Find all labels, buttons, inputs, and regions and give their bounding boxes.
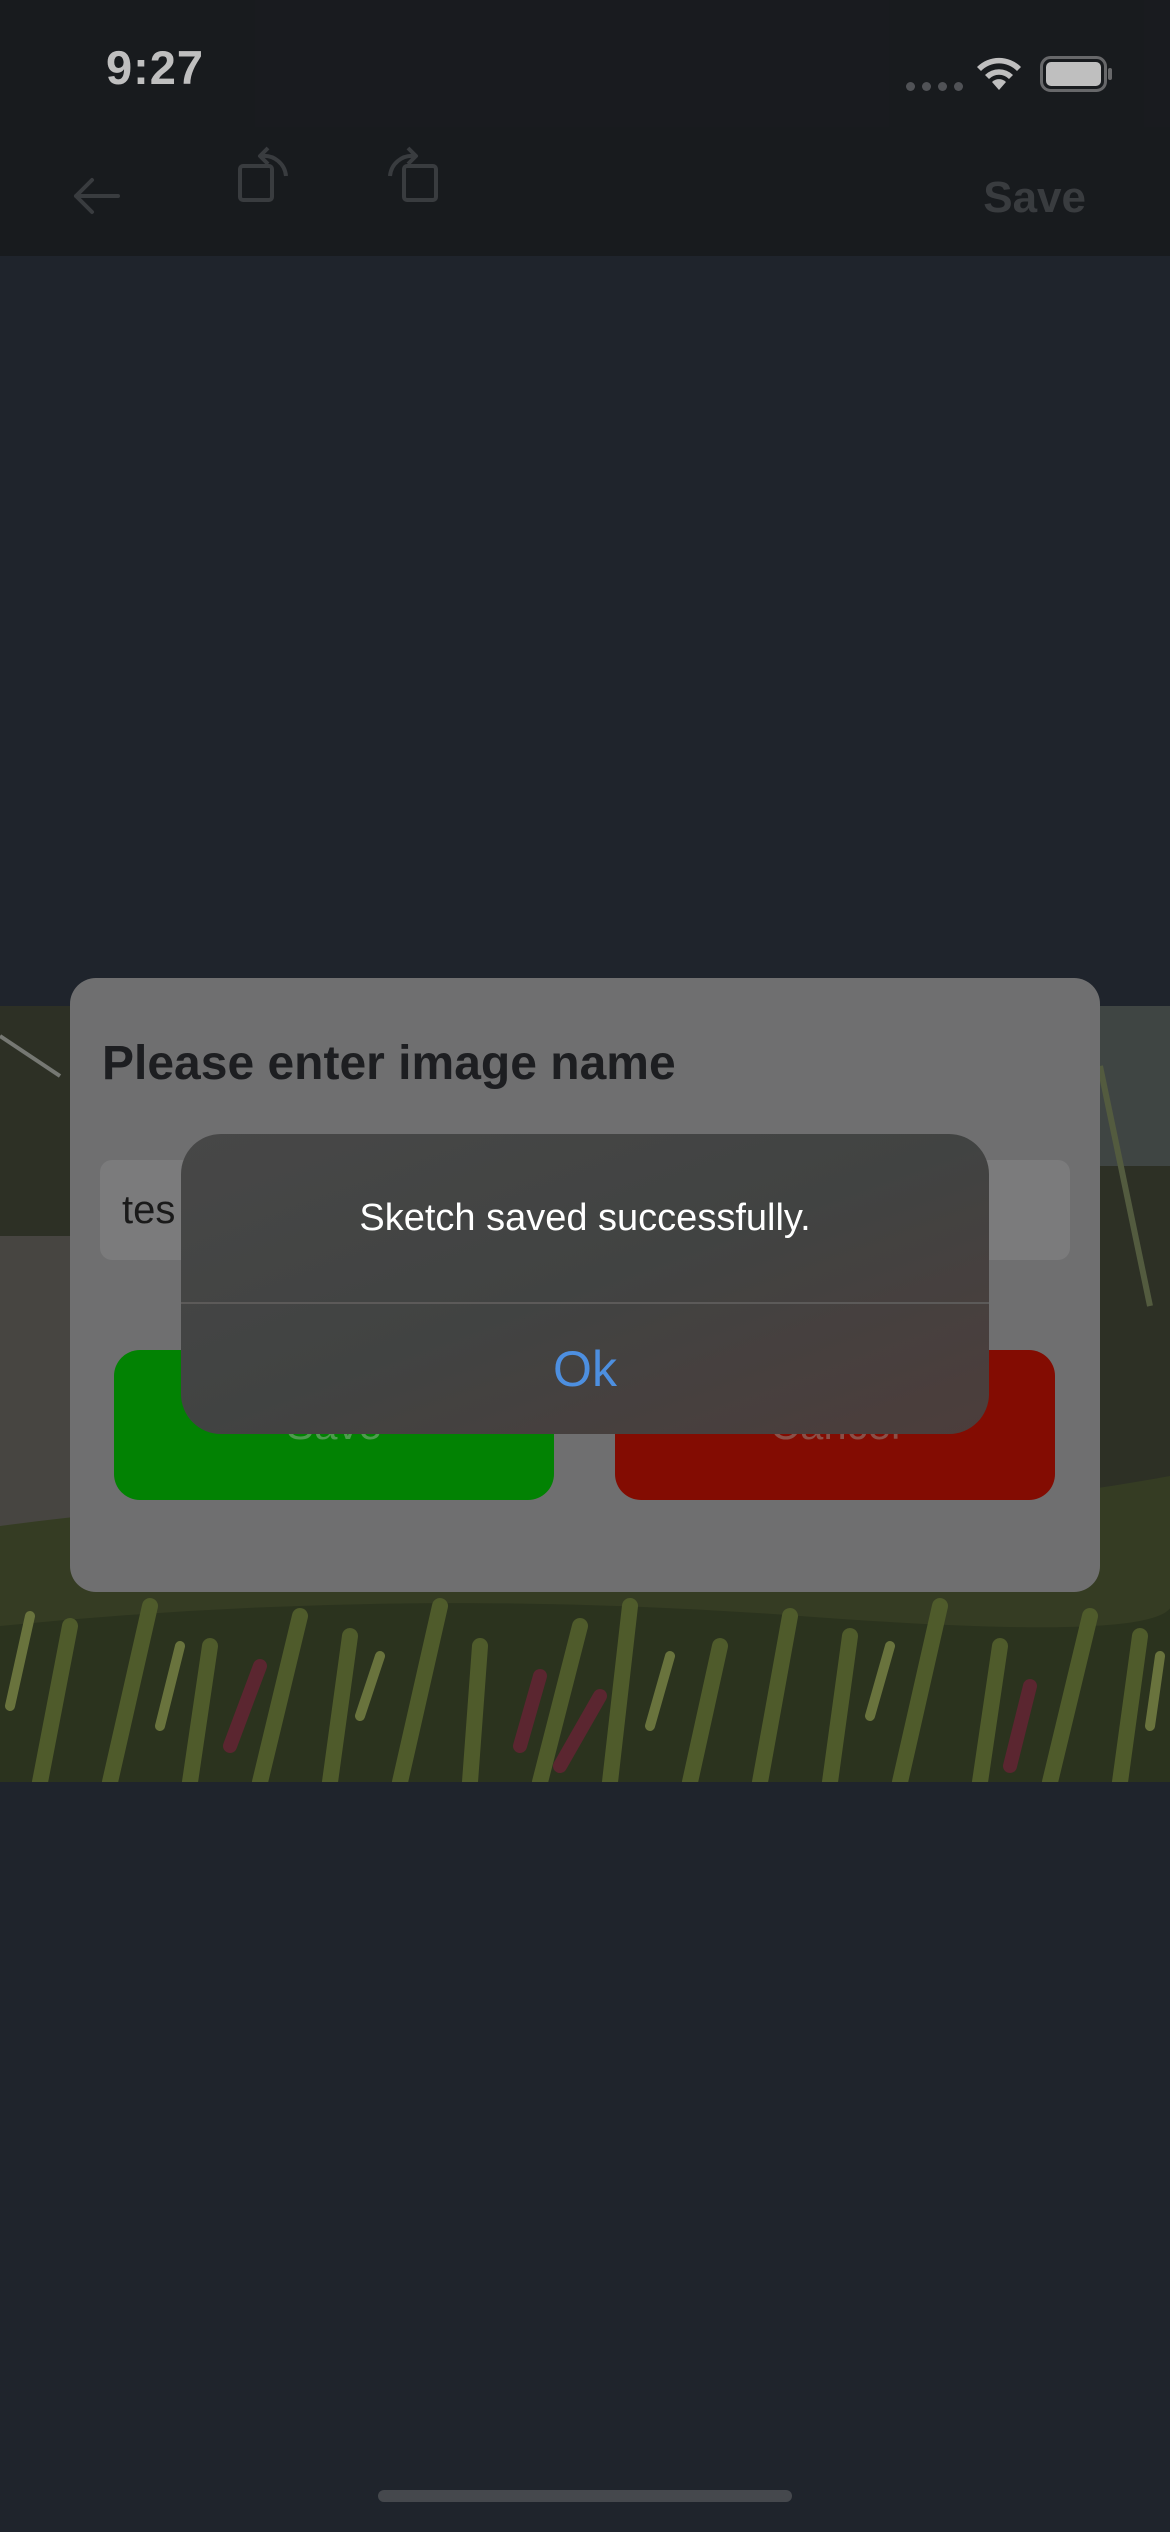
alert-message: Sketch saved successfully. — [359, 1196, 811, 1239]
alert-ok-button[interactable]: Ok — [181, 1304, 989, 1434]
dialog-title: Please enter image name — [102, 1037, 676, 1090]
success-alert: Sketch saved successfully. Ok — [181, 1134, 989, 1434]
home-indicator[interactable] — [378, 2490, 792, 2502]
